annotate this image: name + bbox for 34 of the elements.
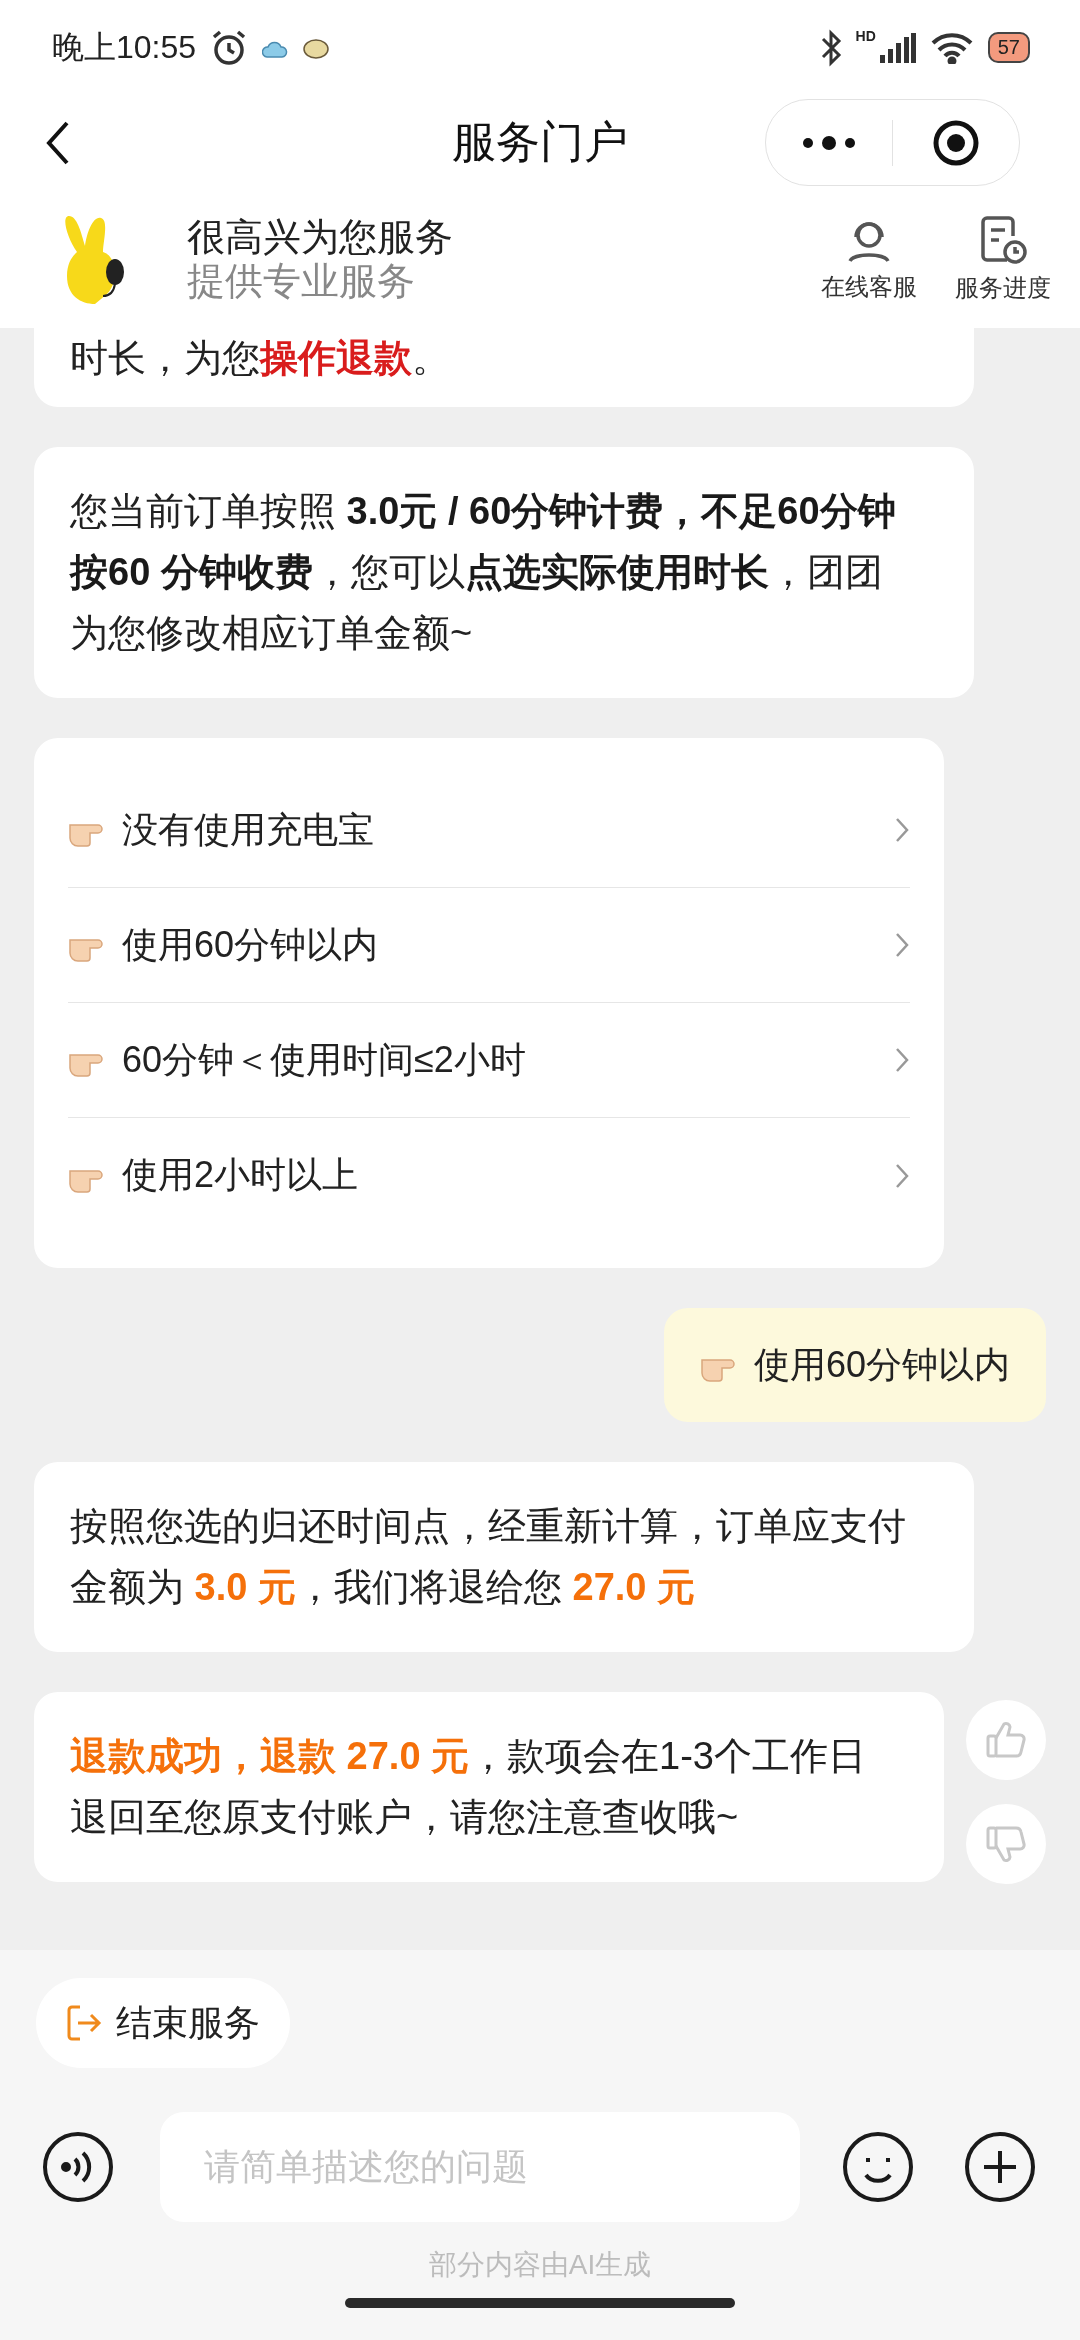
ai-disclaimer: 部分内容由AI生成 — [428, 2248, 652, 2282]
add-button[interactable] — [964, 2131, 1036, 2203]
target-circle-icon — [932, 118, 980, 167]
app-icon — [302, 36, 331, 59]
option-item[interactable]: 使用60分钟以内 — [68, 888, 910, 1003]
battery-indicator: 57 — [987, 32, 1030, 63]
message-input-field[interactable]: 请简单描述您的问题 — [160, 2112, 800, 2222]
chevron-right-icon — [894, 1046, 910, 1074]
greeting-text: 很高兴为您服务 — [187, 215, 453, 259]
bot-message: 按照您选的归还时间点，经重新计算，订单应支付金额为 3.0 元，我们将退给您 27.0 元 — [34, 1462, 974, 1652]
option-item[interactable]: 使用2小时以上 — [68, 1118, 910, 1233]
bot-message: 退款成功，退款 27.0 元，款项会在1-3个工作日退回至您原支付账户，请您注意查收哦~ — [34, 1692, 944, 1882]
status-time: 晚上10:55 — [52, 27, 197, 67]
exit-icon — [66, 2004, 102, 2042]
option-item[interactable]: 60分钟＜使用时间≤2小时 — [68, 1003, 910, 1118]
bot-message: 时长，为您操作退款。 — [34, 328, 974, 407]
chevron-right-icon — [894, 931, 910, 959]
subtitle-text: 提供专业服务 — [187, 259, 416, 303]
more-dots-icon — [801, 135, 857, 150]
hd-label: HD — [855, 28, 876, 44]
option-item[interactable]: 没有使用充电宝 — [68, 773, 910, 888]
agent-action-button[interactable]: 在线客服 — [802, 215, 936, 303]
agent-action-button[interactable]: 服务进度 — [936, 214, 1070, 304]
back-button[interactable] — [45, 119, 71, 166]
wifi-icon — [929, 31, 974, 64]
bluetooth-icon — [819, 28, 842, 67]
emoji-button[interactable] — [842, 2131, 914, 2203]
end-service-button[interactable]: 结束服务 — [36, 1978, 290, 2068]
page-title: 服务门户 — [452, 117, 628, 166]
voice-button[interactable] — [42, 2131, 114, 2203]
signal-icon — [879, 32, 916, 63]
user-message-text: 使用60分钟以内 — [753, 1342, 1010, 1387]
chevron-right-icon — [894, 816, 910, 844]
bot-message: 您当前订单按照 3.0元 / 60分钟计费，不足60分钟按60 分钟收费，您可以点选实际使用时长，团团为您修改相应订单金额~ — [34, 447, 974, 698]
